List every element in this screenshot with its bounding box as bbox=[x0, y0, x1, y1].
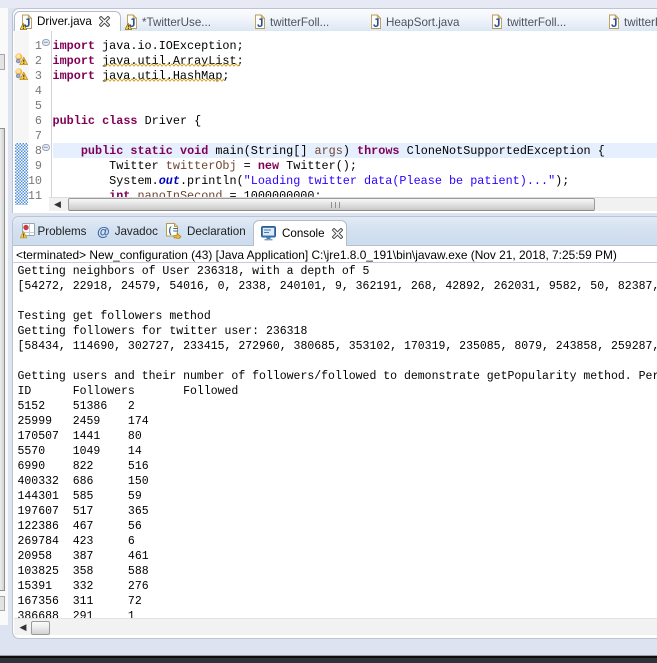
svg-text:J: J bbox=[611, 18, 617, 30]
svg-text:J: J bbox=[494, 18, 500, 30]
svg-text:J: J bbox=[257, 18, 263, 30]
svg-text:J: J bbox=[373, 18, 379, 30]
